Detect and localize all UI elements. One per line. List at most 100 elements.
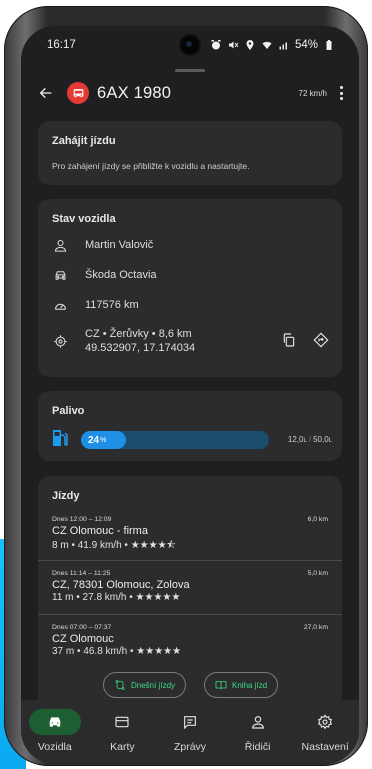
- start-trip-card: Zahájit jízdu Pro zahájení jízdy se přib…: [38, 121, 342, 185]
- trip-item[interactable]: Dnes 12:00 – 12:09 6,0 km CZ Olomouc - f…: [38, 516, 342, 555]
- location-text: CZ • Žerůvky • 8,6 km 49.532907, 17.1740…: [85, 327, 195, 355]
- status-icons: 54%: [210, 39, 335, 51]
- nav-indicator: [96, 709, 148, 735]
- trip-item[interactable]: Dnes 07:00 – 07:37 27,0 km CZ Olomouc 37…: [38, 624, 342, 657]
- nav-label: Nastavení: [301, 741, 349, 753]
- today-trips-button[interactable]: Dnešní jízdy: [103, 672, 187, 698]
- bottom-navigation: Vozidla Karty Zprávy Řidiči Nastavení: [21, 700, 359, 764]
- trip-divider: [38, 614, 342, 615]
- vehicle-state-card: Stav vozidla Martin Valovič Škoda Octavi…: [38, 199, 342, 377]
- card-icon: [115, 716, 129, 728]
- vehicle-plate-title: 6AX 1980: [97, 83, 172, 102]
- trips-title: Jízdy: [52, 490, 80, 502]
- location-line: CZ • Žerůvky • 8,6 km: [85, 328, 192, 340]
- logbook-label: Kniha jízd: [232, 680, 268, 690]
- alarm-icon: [211, 40, 221, 50]
- nav-indicator: [232, 709, 284, 735]
- trip-meta: 11 m • 27.8 km/h • ★★★★★: [52, 592, 181, 603]
- front-camera: [181, 36, 199, 54]
- trip-distance: 27,0 km: [303, 624, 328, 631]
- gear-icon: [318, 714, 333, 730]
- nav-indicator: [299, 709, 351, 735]
- message-icon: [184, 716, 196, 730]
- bus-icon: [73, 88, 83, 97]
- nav-label: Řidiči: [244, 741, 271, 753]
- location-coordinates: 49.532907, 17.174034: [85, 342, 196, 354]
- nav-settings[interactable]: Nastavení: [291, 700, 359, 764]
- directions-icon: [313, 332, 329, 348]
- car-row: Škoda Octavia: [52, 267, 157, 283]
- fuel-separator: /: [308, 435, 312, 444]
- trip-place: CZ Olomouc - firma: [52, 525, 148, 537]
- app-bar: 6AX 1980 72 km/h: [21, 76, 359, 110]
- trip-time: Dnes 07:00 – 07:37: [52, 624, 112, 631]
- fuel-current-unit: L: [303, 438, 307, 444]
- trip-meta: 37 m • 46.8 km/h • ★★★★★: [52, 646, 182, 657]
- status-bar: 16:17 54%: [21, 26, 359, 64]
- route-icon: [115, 680, 125, 690]
- driver-name: Martin Valovič: [85, 239, 154, 251]
- nav-indicator: [164, 709, 216, 735]
- fuel-capacity-unit: L: [328, 438, 332, 444]
- more-options-button[interactable]: [335, 82, 347, 104]
- logbook-button[interactable]: Kniha jízd: [204, 672, 279, 698]
- current-speed: 72 km/h: [298, 88, 327, 98]
- book-icon: [215, 681, 227, 690]
- odometer-value: 117576 km: [85, 299, 139, 311]
- copy-icon: [283, 333, 295, 347]
- trip-time: Dnes 12:00 – 12:09: [52, 516, 112, 523]
- car-icon: [52, 267, 68, 283]
- fuel-level-bar: 24%: [81, 431, 269, 449]
- location-icon: [246, 40, 254, 50]
- navigate-button[interactable]: [310, 329, 332, 351]
- fuel-percent-symbol: %: [100, 436, 107, 444]
- nav-vehicles[interactable]: Vozidla: [21, 700, 89, 764]
- trip-distance: 6,0 km: [307, 516, 328, 523]
- back-button[interactable]: [35, 82, 57, 104]
- fuel-capacity: 50,0: [313, 435, 329, 444]
- copy-coordinates-button[interactable]: [278, 329, 300, 351]
- nav-cards[interactable]: Karty: [89, 700, 157, 764]
- fuel-volume: 12,0L/50,0L: [288, 435, 332, 444]
- nav-indicator: [28, 709, 81, 735]
- status-time: 16:17: [47, 39, 76, 51]
- vehicle-status-badge: [67, 82, 89, 104]
- nav-label: Karty: [110, 741, 135, 753]
- car-model: Škoda Octavia: [85, 269, 157, 281]
- fuel-title: Palivo: [52, 405, 85, 417]
- fuel-card: Palivo 24% 12,0L/50,0L: [38, 391, 342, 461]
- signal-icon: [279, 42, 287, 50]
- sheet-drag-handle[interactable]: [175, 69, 205, 72]
- trip-meta: 8 m • 41.9 km/h • ★★★★⯪: [52, 540, 177, 551]
- gps-target-icon: [52, 333, 68, 349]
- speedometer-icon: [52, 297, 68, 313]
- person-icon: [251, 716, 264, 729]
- vehicle-state-title: Stav vozidla: [52, 213, 116, 225]
- trip-place: CZ, 78301 Olomouc, Zolova: [52, 579, 190, 591]
- person-icon: [52, 237, 68, 253]
- battery-percent: 54%: [294, 39, 318, 51]
- nav-label: Vozidla: [37, 741, 72, 753]
- arrow-left-icon: [39, 87, 52, 99]
- trip-divider: [38, 560, 342, 561]
- odometer-row: 117576 km: [52, 297, 139, 313]
- trip-item[interactable]: Dnes 11:14 – 11:25 5,0 km CZ, 78301 Olom…: [38, 570, 342, 603]
- trip-distance: 5,0 km: [307, 570, 328, 577]
- location-row: CZ • Žerůvky • 8,6 km 49.532907, 17.1740…: [52, 327, 195, 355]
- nav-drivers[interactable]: Řidiči: [224, 700, 292, 764]
- mute-icon: [228, 41, 239, 49]
- fuel-current: 12,0: [287, 435, 304, 444]
- battery-icon: [326, 40, 332, 50]
- phone-frame: 16:17 54% 6AX 1980 72 km/h Zahájit jízdu…: [4, 6, 368, 766]
- fuel-percent: 24: [88, 434, 100, 446]
- trip-time: Dnes 11:14 – 11:25: [52, 570, 111, 577]
- nav-messages[interactable]: Zprávy: [156, 700, 224, 764]
- wifi-icon: [262, 41, 272, 49]
- start-trip-description: Pro zahájení jízdy se přibližte k vozidl…: [52, 161, 250, 171]
- fuel-pump-icon: [52, 429, 68, 447]
- trips-card: Jízdy Dnes 12:00 – 12:09 6,0 km CZ Olomo…: [38, 476, 342, 716]
- trip-place: CZ Olomouc: [52, 633, 114, 645]
- screen: 16:17 54% 6AX 1980 72 km/h Zahájit jízdu…: [21, 26, 359, 764]
- today-trips-label: Dnešní jízdy: [131, 680, 176, 690]
- nav-label: Zprávy: [173, 741, 207, 753]
